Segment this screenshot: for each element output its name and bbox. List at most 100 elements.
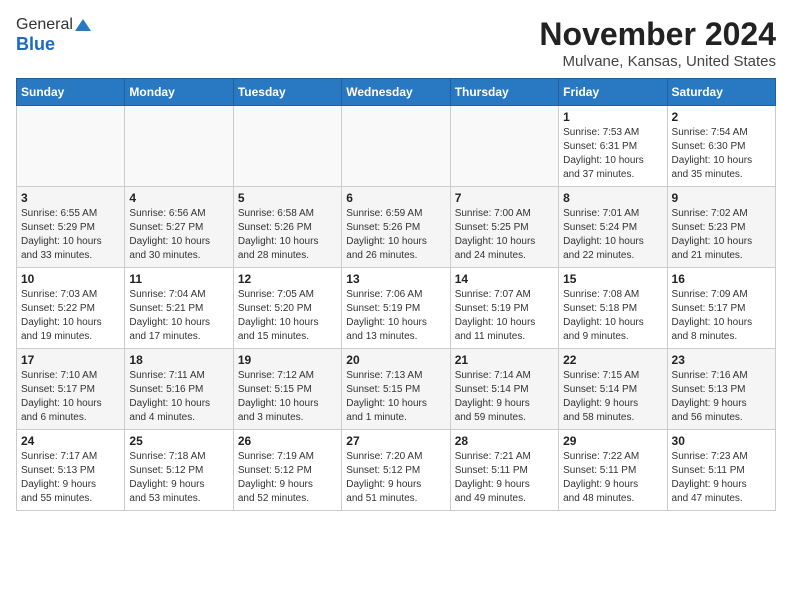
day-number: 13 bbox=[346, 272, 445, 286]
calendar-cell bbox=[125, 106, 233, 187]
calendar-cell: 13 Sunrise: 7:06 AM Sunset: 5:19 PM Dayli… bbox=[342, 268, 450, 349]
day-detail: Sunrise: 7:23 AM Sunset: 5:11 PM Dayligh… bbox=[672, 450, 771, 506]
day-number: 7 bbox=[455, 191, 554, 205]
calendar-cell: 6Sunrise: 6:59 AM Sunset: 5:26 PM Daylig… bbox=[342, 187, 450, 268]
day-number: 3 bbox=[21, 191, 120, 205]
calendar-cell: 24 Sunrise: 7:17 AM Sunset: 5:13 PM Dayli… bbox=[17, 430, 125, 511]
day-number: 25 bbox=[129, 434, 228, 448]
day-detail: Sunrise: 7:53 AM Sunset: 6:31 PM Dayligh… bbox=[563, 126, 662, 182]
day-number: 28 bbox=[455, 434, 554, 448]
day-detail: Sunrise: 7:00 AM Sunset: 5:25 PM Dayligh… bbox=[455, 207, 554, 263]
day-number: 21 bbox=[455, 353, 554, 367]
calendar-day-header: Tuesday bbox=[233, 79, 341, 106]
day-number: 15 bbox=[563, 272, 662, 286]
day-detail: Sunrise: 7:22 AM Sunset: 5:11 PM Dayligh… bbox=[563, 450, 662, 506]
day-detail: Sunrise: 7:03 AM Sunset: 5:22 PM Dayligh… bbox=[21, 288, 120, 344]
day-number: 24 bbox=[21, 434, 120, 448]
day-detail: Sunrise: 7:12 AM Sunset: 5:15 PM Dayligh… bbox=[238, 369, 337, 425]
calendar-cell: 18Sunrise: 7:11 AM Sunset: 5:16 PM Dayli… bbox=[125, 349, 233, 430]
day-detail: Sunrise: 7:18 AM Sunset: 5:12 PM Dayligh… bbox=[129, 450, 228, 506]
day-number: 10 bbox=[21, 272, 120, 286]
page-header: General Blue November 2024 Mulvane, Kans… bbox=[16, 16, 776, 70]
day-detail: Sunrise: 7:08 AM Sunset: 5:18 PM Dayligh… bbox=[563, 288, 662, 344]
logo-triangle-icon bbox=[75, 17, 91, 33]
day-number: 22 bbox=[563, 353, 662, 367]
calendar-day-header: Sunday bbox=[17, 79, 125, 106]
calendar-cell: 20 Sunrise: 7:13 AM Sunset: 5:15 PM Dayli… bbox=[342, 349, 450, 430]
day-detail: Sunrise: 7:16 AM Sunset: 5:13 PM Dayligh… bbox=[672, 369, 771, 425]
day-number: 4 bbox=[129, 191, 228, 205]
calendar-day-header: Saturday bbox=[667, 79, 775, 106]
calendar-cell: 2 Sunrise: 7:54 AM Sunset: 6:30 PM Daylig… bbox=[667, 106, 775, 187]
calendar-cell: 29 Sunrise: 7:22 AM Sunset: 5:11 PM Dayli… bbox=[559, 430, 667, 511]
calendar-cell: 11Sunrise: 7:04 AM Sunset: 5:21 PM Dayli… bbox=[125, 268, 233, 349]
calendar-cell: 3 Sunrise: 6:55 AM Sunset: 5:29 PM Daylig… bbox=[17, 187, 125, 268]
calendar-table: SundayMondayTuesdayWednesdayThursdayFrid… bbox=[16, 78, 776, 511]
calendar-cell: 25 Sunrise: 7:18 AM Sunset: 5:12 PM Dayli… bbox=[125, 430, 233, 511]
day-number: 29 bbox=[563, 434, 662, 448]
calendar-cell: 12 Sunrise: 7:05 AM Sunset: 5:20 PM Dayli… bbox=[233, 268, 341, 349]
calendar-cell: 23 Sunrise: 7:16 AM Sunset: 5:13 PM Dayli… bbox=[667, 349, 775, 430]
day-number: 20 bbox=[346, 353, 445, 367]
day-number: 9 bbox=[672, 191, 771, 205]
day-detail: Sunrise: 7:14 AM Sunset: 5:14 PM Dayligh… bbox=[455, 369, 554, 425]
day-detail: Sunrise: 7:17 AM Sunset: 5:13 PM Dayligh… bbox=[21, 450, 120, 506]
day-number: 1 bbox=[563, 110, 662, 124]
day-detail: Sunrise: 7:05 AM Sunset: 5:20 PM Dayligh… bbox=[238, 288, 337, 344]
calendar-cell: 22 Sunrise: 7:15 AM Sunset: 5:14 PM Dayli… bbox=[559, 349, 667, 430]
calendar-cell: 9 Sunrise: 7:02 AM Sunset: 5:23 PM Daylig… bbox=[667, 187, 775, 268]
calendar-cell: 7 Sunrise: 7:00 AM Sunset: 5:25 PM Daylig… bbox=[450, 187, 558, 268]
calendar-cell: 5 Sunrise: 6:58 AM Sunset: 5:26 PM Daylig… bbox=[233, 187, 341, 268]
day-detail: Sunrise: 6:59 AM Sunset: 5:26 PM Dayligh… bbox=[346, 207, 445, 263]
day-number: 16 bbox=[672, 272, 771, 286]
calendar-cell bbox=[450, 106, 558, 187]
calendar-cell: 8Sunrise: 7:01 AM Sunset: 5:24 PM Daylig… bbox=[559, 187, 667, 268]
calendar-cell: 19Sunrise: 7:12 AM Sunset: 5:15 PM Dayli… bbox=[233, 349, 341, 430]
day-detail: Sunrise: 7:02 AM Sunset: 5:23 PM Dayligh… bbox=[672, 207, 771, 263]
day-detail: Sunrise: 7:13 AM Sunset: 5:15 PM Dayligh… bbox=[346, 369, 445, 425]
day-number: 12 bbox=[238, 272, 337, 286]
calendar-cell: 1 Sunrise: 7:53 AM Sunset: 6:31 PM Daylig… bbox=[559, 106, 667, 187]
day-detail: Sunrise: 7:21 AM Sunset: 5:11 PM Dayligh… bbox=[455, 450, 554, 506]
day-detail: Sunrise: 7:10 AM Sunset: 5:17 PM Dayligh… bbox=[21, 369, 120, 425]
day-number: 17 bbox=[21, 353, 120, 367]
calendar-week-row: 3 Sunrise: 6:55 AM Sunset: 5:29 PM Daylig… bbox=[17, 187, 776, 268]
calendar-week-row: 17 Sunrise: 7:10 AM Sunset: 5:17 PM Dayli… bbox=[17, 349, 776, 430]
calendar-cell: 10 Sunrise: 7:03 AM Sunset: 5:22 PM Dayli… bbox=[17, 268, 125, 349]
calendar-cell: 17 Sunrise: 7:10 AM Sunset: 5:17 PM Dayli… bbox=[17, 349, 125, 430]
calendar-day-header: Friday bbox=[559, 79, 667, 106]
day-number: 23 bbox=[672, 353, 771, 367]
day-detail: Sunrise: 7:06 AM Sunset: 5:19 PM Dayligh… bbox=[346, 288, 445, 344]
calendar-cell: 26 Sunrise: 7:19 AM Sunset: 5:12 PM Dayli… bbox=[233, 430, 341, 511]
calendar-day-header: Wednesday bbox=[342, 79, 450, 106]
title-area: November 2024 Mulvane, Kansas, United St… bbox=[539, 16, 776, 70]
day-detail: Sunrise: 7:07 AM Sunset: 5:19 PM Dayligh… bbox=[455, 288, 554, 344]
day-detail: Sunrise: 7:04 AM Sunset: 5:21 PM Dayligh… bbox=[129, 288, 228, 344]
day-number: 5 bbox=[238, 191, 337, 205]
day-detail: Sunrise: 7:54 AM Sunset: 6:30 PM Dayligh… bbox=[672, 126, 771, 182]
logo-general-text: General bbox=[16, 16, 73, 34]
calendar-cell: 16Sunrise: 7:09 AM Sunset: 5:17 PM Dayli… bbox=[667, 268, 775, 349]
day-detail: Sunrise: 7:20 AM Sunset: 5:12 PM Dayligh… bbox=[346, 450, 445, 506]
calendar-cell: 15 Sunrise: 7:08 AM Sunset: 5:18 PM Dayli… bbox=[559, 268, 667, 349]
calendar-cell bbox=[17, 106, 125, 187]
day-detail: Sunrise: 6:58 AM Sunset: 5:26 PM Dayligh… bbox=[238, 207, 337, 263]
day-number: 8 bbox=[563, 191, 662, 205]
day-number: 26 bbox=[238, 434, 337, 448]
day-number: 14 bbox=[455, 272, 554, 286]
day-detail: Sunrise: 7:19 AM Sunset: 5:12 PM Dayligh… bbox=[238, 450, 337, 506]
calendar-day-header: Thursday bbox=[450, 79, 558, 106]
day-number: 2 bbox=[672, 110, 771, 124]
calendar-week-row: 10 Sunrise: 7:03 AM Sunset: 5:22 PM Dayli… bbox=[17, 268, 776, 349]
day-detail: Sunrise: 6:56 AM Sunset: 5:27 PM Dayligh… bbox=[129, 207, 228, 263]
day-detail: Sunrise: 6:55 AM Sunset: 5:29 PM Dayligh… bbox=[21, 207, 120, 263]
calendar-header: SundayMondayTuesdayWednesdayThursdayFrid… bbox=[17, 79, 776, 106]
calendar-cell: 28 Sunrise: 7:21 AM Sunset: 5:11 PM Dayli… bbox=[450, 430, 558, 511]
calendar-week-row: 1 Sunrise: 7:53 AM Sunset: 6:31 PM Daylig… bbox=[17, 106, 776, 187]
calendar-cell bbox=[233, 106, 341, 187]
calendar-cell: 4 Sunrise: 6:56 AM Sunset: 5:27 PM Daylig… bbox=[125, 187, 233, 268]
day-detail: Sunrise: 7:15 AM Sunset: 5:14 PM Dayligh… bbox=[563, 369, 662, 425]
logo-blue-text: Blue bbox=[16, 34, 55, 55]
day-detail: Sunrise: 7:11 AM Sunset: 5:16 PM Dayligh… bbox=[129, 369, 228, 425]
calendar-cell: 27Sunrise: 7:20 AM Sunset: 5:12 PM Dayli… bbox=[342, 430, 450, 511]
